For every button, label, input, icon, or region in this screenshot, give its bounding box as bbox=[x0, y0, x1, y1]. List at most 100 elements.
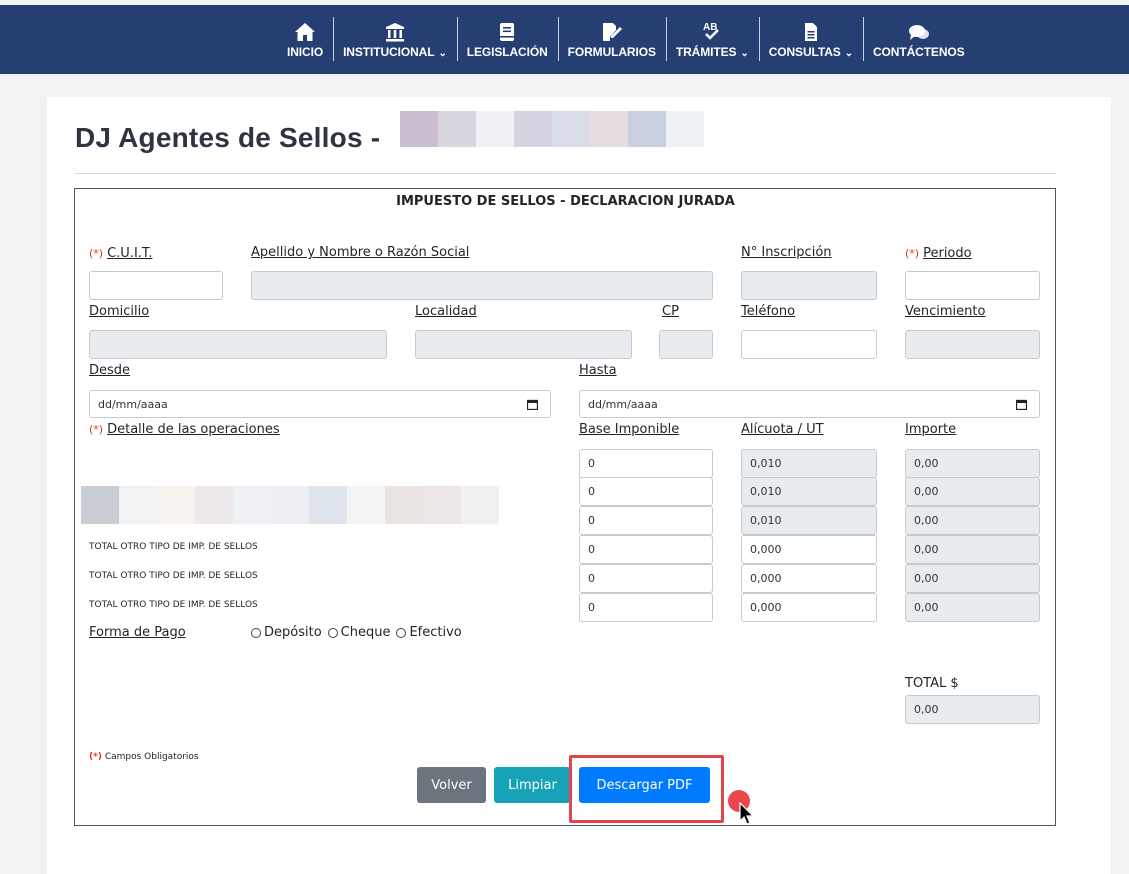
label-cuit-text: C.U.I.T. bbox=[107, 246, 153, 261]
calendar-icon[interactable] bbox=[527, 399, 538, 410]
label-importe: Importe bbox=[905, 422, 957, 437]
label-hasta: Hasta bbox=[579, 363, 617, 378]
radio-cheque-label: Cheque bbox=[340, 625, 391, 640]
limpiar-button[interactable]: Limpiar bbox=[494, 767, 571, 803]
importe-field: 0,00 bbox=[905, 506, 1040, 535]
form-edit-icon bbox=[601, 20, 623, 42]
label-desde: Desde bbox=[89, 363, 131, 378]
domicilio-field bbox=[89, 330, 387, 359]
nav-item-consultas[interactable]: CONSULTAS ⌄ bbox=[758, 5, 863, 74]
other-tax-label: TOTAL OTRO TIPO DE IMP. DE SELLOS bbox=[89, 542, 258, 552]
alicuota-input[interactable]: 0,000 bbox=[741, 535, 877, 564]
spellcheck-icon: AB bbox=[701, 20, 723, 42]
required-mark: (*) bbox=[89, 423, 104, 436]
label-cp: CP bbox=[662, 304, 679, 319]
main-nav: INICIO INSTITUCIONAL ⌄ LEGISLACIÓN FORMUL… bbox=[277, 5, 975, 74]
book-icon bbox=[499, 20, 515, 42]
nav-label-legislacion: LEGISLACIÓN bbox=[466, 45, 548, 59]
base-input[interactable]: 0 bbox=[579, 477, 713, 506]
desde-date-input[interactable]: dd/mm/aaaa bbox=[89, 390, 551, 418]
required-mark: (*) bbox=[905, 247, 920, 260]
radio-deposito[interactable]: Depósito bbox=[251, 625, 322, 640]
nav-label-tramites: TRÁMITES bbox=[675, 45, 737, 59]
nav-item-formularios[interactable]: FORMULARIOS bbox=[557, 5, 666, 74]
vencimiento-field bbox=[905, 330, 1040, 359]
chevron-down-icon: ⌄ bbox=[844, 48, 853, 59]
nav-label-inicio: INICIO bbox=[287, 45, 324, 59]
label-periodo: (*) Periodo bbox=[905, 246, 972, 261]
divider bbox=[75, 173, 1056, 174]
importe-field: 0,00 bbox=[905, 449, 1040, 478]
alicuota-field: 0,010 bbox=[741, 506, 877, 535]
base-input[interactable]: 0 bbox=[579, 593, 713, 622]
radio-circle-icon[interactable] bbox=[327, 627, 338, 638]
label-total: TOTAL $ bbox=[905, 676, 959, 691]
total-field: 0,00 bbox=[905, 695, 1040, 724]
label-localidad: Localidad bbox=[415, 304, 477, 319]
radio-cheque[interactable]: Cheque bbox=[327, 625, 391, 640]
alicuota-input[interactable]: 0,000 bbox=[741, 564, 877, 593]
label-detalle-text: Detalle de las operaciones bbox=[107, 422, 280, 437]
chevron-down-icon: ⌄ bbox=[438, 48, 447, 59]
base-input[interactable]: 0 bbox=[579, 506, 713, 535]
top-nav-bar: INICIO INSTITUCIONAL ⌄ LEGISLACIÓN FORMUL… bbox=[0, 5, 1129, 74]
calendar-icon[interactable] bbox=[1016, 399, 1027, 410]
nav-item-contactenos[interactable]: CONTÁCTENOS bbox=[862, 5, 975, 74]
form-title: IMPUESTO DE SELLOS - DECLARACION JURADA bbox=[396, 194, 735, 209]
label-razon-social: Apellido y Nombre o Razón Social bbox=[251, 245, 470, 260]
nav-label-formularios: FORMULARIOS bbox=[567, 45, 656, 59]
required-note-text: Campos Obligatorios bbox=[104, 752, 199, 762]
label-telefono: Teléfono bbox=[741, 304, 796, 319]
label-detalle: (*) Detalle de las operaciones bbox=[89, 422, 280, 437]
nav-label-contactenos: CONTÁCTENOS bbox=[872, 45, 965, 59]
required-mark: (*) bbox=[89, 247, 104, 260]
alicuota-input[interactable]: 0,000 bbox=[741, 593, 877, 622]
periodo-field[interactable] bbox=[905, 271, 1040, 300]
importe-field: 0,00 bbox=[905, 593, 1040, 622]
radio-circle-icon[interactable] bbox=[251, 627, 261, 638]
nav-item-inicio[interactable]: INICIO bbox=[277, 5, 333, 74]
inscripcion-field bbox=[741, 271, 877, 300]
hasta-placeholder: dd/mm/aaaa bbox=[588, 397, 658, 411]
nav-item-legislacion[interactable]: LEGISLACIÓN bbox=[456, 5, 558, 74]
highlight-box bbox=[569, 755, 724, 823]
nav-label-consultas: CONSULTAS bbox=[768, 45, 841, 59]
cp-field bbox=[659, 330, 713, 359]
other-tax-label: TOTAL OTRO TIPO DE IMP. DE SELLOS bbox=[89, 600, 258, 610]
required-note: (*) Campos Obligatorios bbox=[89, 752, 199, 762]
other-tax-label: TOTAL OTRO TIPO DE IMP. DE SELLOS bbox=[89, 571, 258, 581]
volver-button[interactable]: Volver bbox=[417, 767, 486, 803]
telefono-field[interactable] bbox=[741, 330, 877, 359]
label-forma-pago: Forma de Pago bbox=[89, 625, 186, 640]
redacted-detail-block bbox=[81, 486, 499, 524]
label-cuit: (*) C.U.I.T. bbox=[89, 246, 152, 261]
alicuota-field: 0,010 bbox=[741, 449, 877, 478]
base-input[interactable]: 0 bbox=[579, 449, 713, 478]
nav-item-institucional[interactable]: INSTITUCIONAL ⌄ bbox=[333, 5, 457, 74]
label-periodo-text: Periodo bbox=[923, 246, 972, 261]
hasta-date-input[interactable]: dd/mm/aaaa bbox=[579, 390, 1040, 418]
page-title: DJ Agentes de Sellos - bbox=[75, 122, 381, 153]
payment-radio-group: Depósito Cheque Efectivo bbox=[251, 625, 462, 640]
home-icon bbox=[294, 20, 316, 42]
cuit-field[interactable] bbox=[89, 271, 223, 300]
nav-label-institucional: INSTITUCIONAL bbox=[343, 45, 435, 59]
radio-efectivo[interactable]: Efectivo bbox=[396, 625, 462, 640]
label-vencimiento: Vencimiento bbox=[905, 304, 986, 319]
base-input[interactable]: 0 bbox=[579, 535, 713, 564]
mouse-cursor-icon bbox=[739, 802, 755, 825]
importe-field: 0,00 bbox=[905, 477, 1040, 506]
institution-icon bbox=[385, 20, 405, 42]
razon-social-field bbox=[251, 271, 713, 300]
nav-item-tramites[interactable]: AB TRÁMITES ⌄ bbox=[665, 5, 759, 74]
label-alicuota: Alícuota / UT bbox=[741, 422, 824, 437]
radio-efectivo-label: Efectivo bbox=[409, 625, 462, 640]
importe-field: 0,00 bbox=[905, 535, 1040, 564]
base-input[interactable]: 0 bbox=[579, 564, 713, 593]
radio-circle-icon[interactable] bbox=[396, 627, 407, 638]
radio-deposito-label: Depósito bbox=[264, 625, 322, 640]
chevron-down-icon: ⌄ bbox=[740, 48, 749, 59]
label-inscripcion: N° Inscripción bbox=[741, 245, 832, 260]
importe-field: 0,00 bbox=[905, 564, 1040, 593]
chat-icon bbox=[908, 20, 930, 42]
